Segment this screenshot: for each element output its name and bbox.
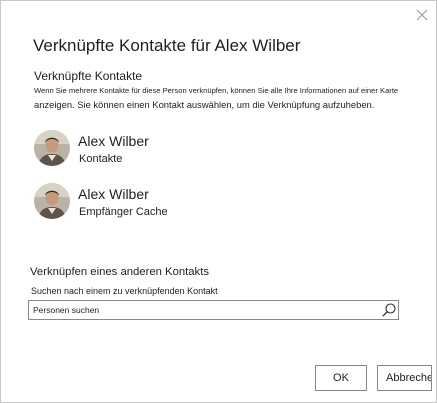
search-icon[interactable] [381,302,397,318]
linked-contacts-description: Wenn Sie mehrere Kontakte für diese Pers… [34,86,399,95]
linked-contacts-dialog: Verknüpfte Kontakte für Alex Wilber Verk… [0,0,437,403]
avatar [34,183,70,219]
search-input[interactable] [31,302,375,318]
link-other-contact-heading: Verknüpfen eines anderen Kontakts [30,266,209,278]
contact-source: Kontakte [79,153,123,165]
contact-name: Alex Wilber [78,133,149,149]
search-label: Suchen nach einem zu verknüpfenden Konta… [31,286,218,296]
cancel-button[interactable]: Abbrechen [377,365,432,391]
avatar [34,130,70,166]
contact-name: Alex Wilber [78,186,149,202]
dialog-title: Verknüpfte Kontakte für Alex Wilber [33,36,301,55]
linked-contact-item[interactable]: Alex Wilber Kontakte [34,128,234,172]
linked-contact-item[interactable]: Alex Wilber Empfänger Cache [34,181,234,225]
linked-contacts-heading: Verknüpfte Kontakte [34,69,143,83]
linked-contacts-description-2: anzeigen. Sie können einen Kontakt auswä… [34,99,375,110]
contact-source: Empfänger Cache [79,206,168,218]
ok-button[interactable]: OK [315,365,367,391]
close-icon[interactable] [412,5,432,25]
search-box [28,300,399,320]
